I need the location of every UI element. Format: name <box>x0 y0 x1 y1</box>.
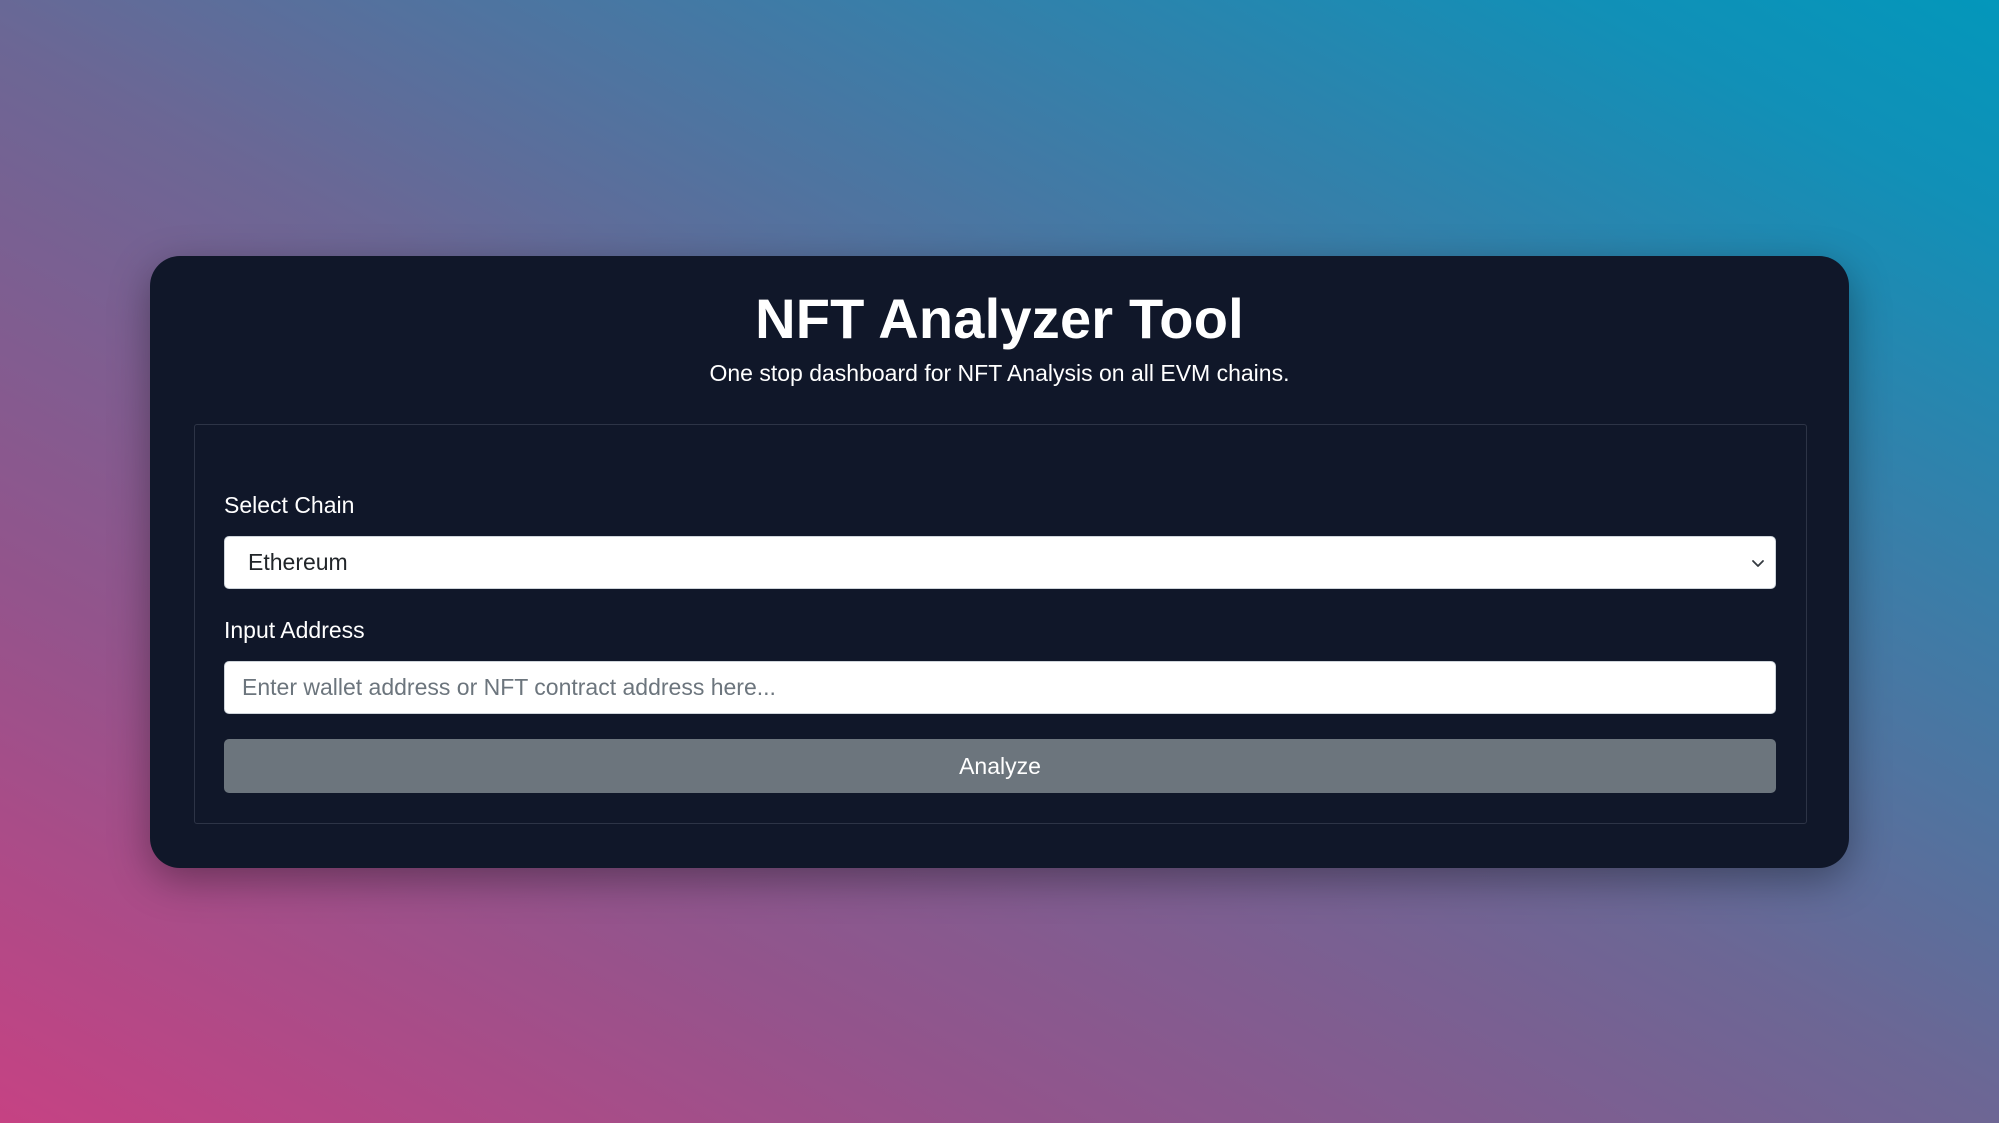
analyzer-form: Select Chain Ethereum Input Address Anal… <box>194 424 1807 824</box>
analyzer-card: NFT Analyzer Tool One stop dashboard for… <box>150 256 1849 868</box>
chain-select-value: Ethereum <box>248 549 348 575</box>
chain-select[interactable]: Ethereum <box>224 536 1776 589</box>
chevron-down-icon <box>1751 556 1765 570</box>
page-subtitle: One stop dashboard for NFT Analysis on a… <box>709 360 1290 386</box>
input-address-label: Input Address <box>224 617 365 643</box>
analyze-button[interactable]: Analyze <box>224 739 1776 793</box>
address-input[interactable] <box>224 661 1776 714</box>
select-chain-label: Select Chain <box>224 492 355 518</box>
page-title: NFT Analyzer Tool <box>755 287 1244 350</box>
